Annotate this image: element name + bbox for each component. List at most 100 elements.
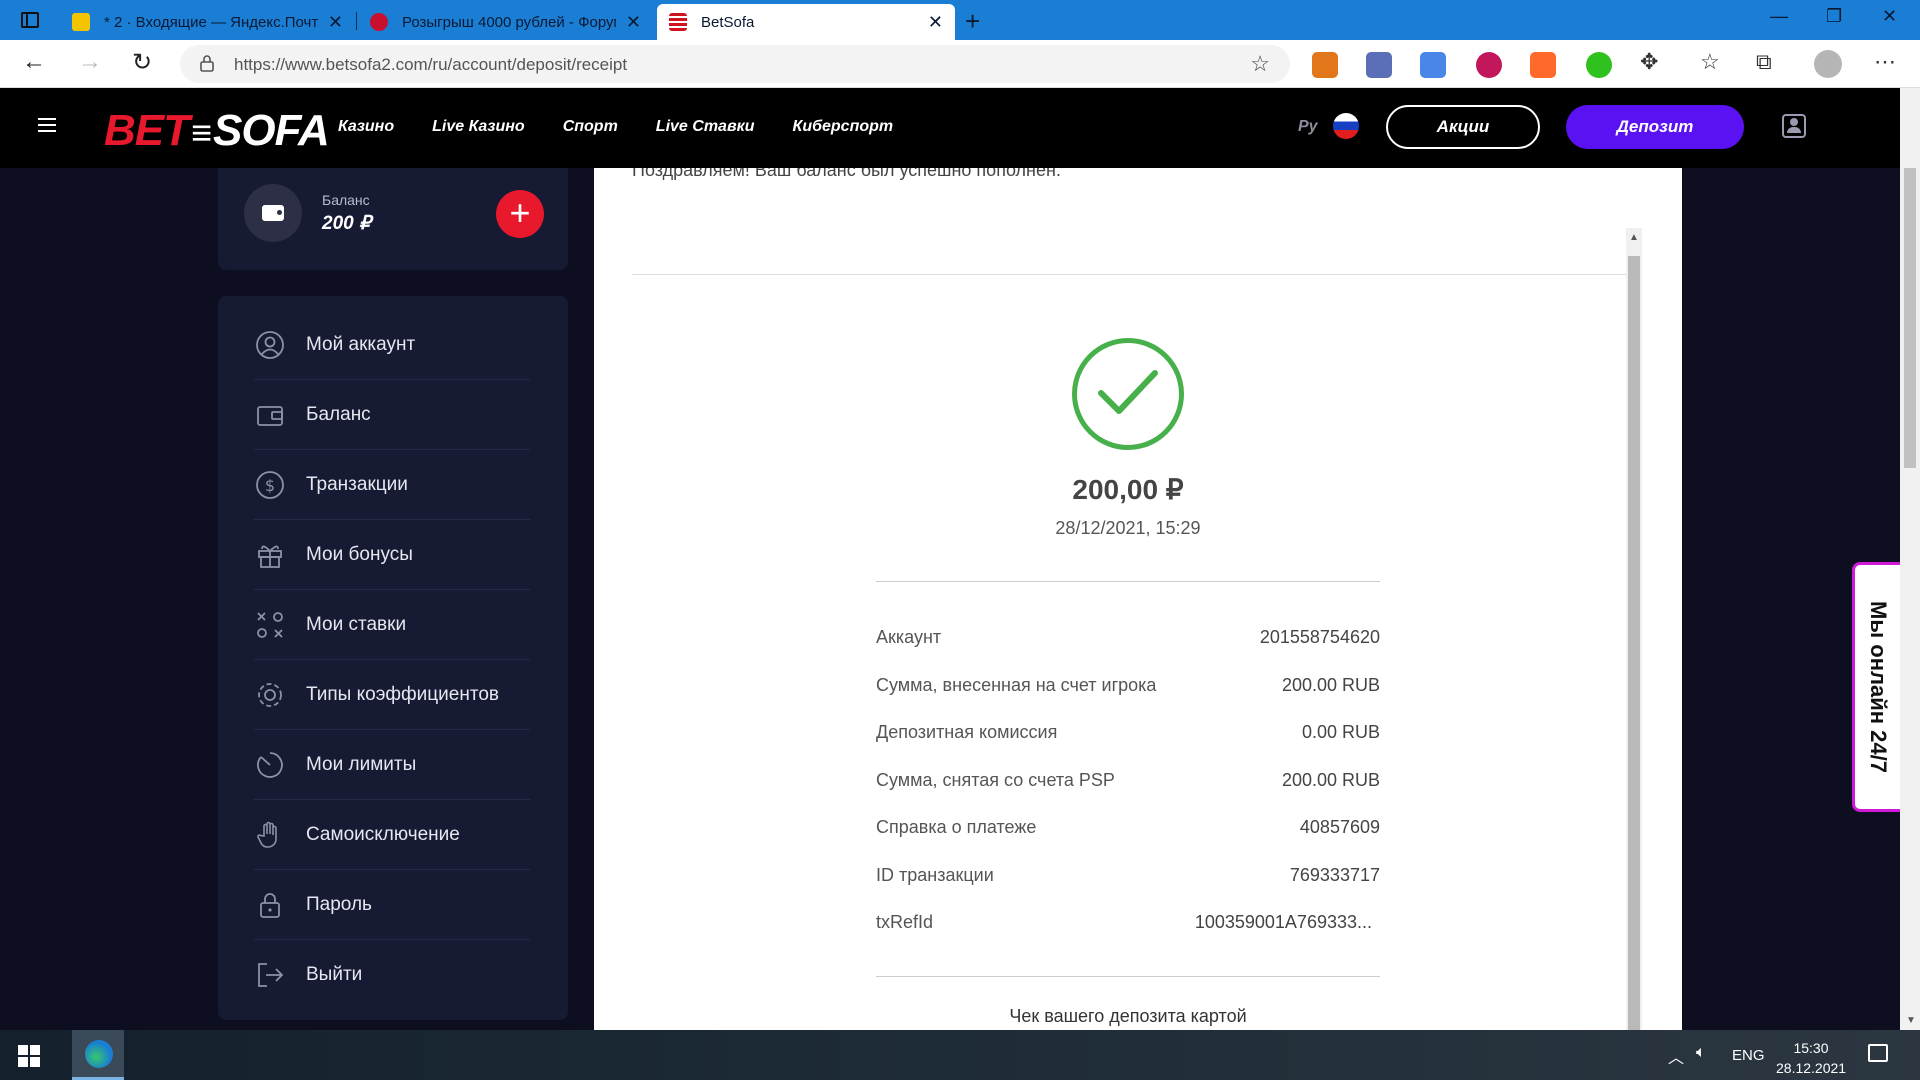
profile-avatar[interactable] — [1814, 50, 1842, 78]
clock[interactable]: 15:30 28.12.2021 — [1776, 1038, 1846, 1078]
scrollbar-thumb[interactable] — [1628, 256, 1640, 1030]
extension-icon[interactable] — [1530, 52, 1556, 78]
favorites-icon[interactable]: ☆ — [1700, 49, 1720, 75]
nav-live-casino[interactable]: Live Казино — [432, 118, 525, 136]
back-arrow-icon[interactable]: ← — [22, 48, 46, 76]
divider — [876, 976, 1380, 977]
new-tab-plus-icon[interactable]: + — [965, 6, 980, 37]
tray-chevron-up-icon[interactable]: ︿ — [1668, 1044, 1684, 1068]
online-chat-tab[interactable]: Мы онлайн 24/7 — [1852, 562, 1900, 812]
browser-toolbar: ← → ↻ https://www.betsofa2.com/ru/accoun… — [0, 40, 1920, 88]
close-tab-icon[interactable]: ✕ — [928, 12, 943, 33]
sidebar-item-balance[interactable]: Баланс — [254, 380, 530, 450]
sidebar-item-label: Самоисключение — [306, 823, 460, 845]
nav-esports[interactable]: Киберспорт — [792, 118, 893, 136]
collections-icon[interactable]: ⧉ — [1756, 49, 1772, 75]
detail-row-psp-amount: Сумма, снятая со счета PSP 200.00 RUB — [876, 757, 1380, 805]
logout-icon — [254, 959, 286, 991]
hamburger-menu-icon[interactable] — [38, 118, 56, 132]
clock-time: 15:30 — [1793, 1040, 1829, 1056]
add-favorite-star-icon[interactable]: ☆ — [1250, 51, 1270, 77]
restore-window-icon[interactable]: ❐ — [1826, 6, 1842, 27]
tab-separator — [356, 12, 357, 30]
forward-arrow-icon[interactable]: → — [78, 48, 102, 76]
balance-card: Баланс 200 ₽ + — [218, 168, 568, 270]
lock-icon[interactable] — [200, 54, 214, 72]
sidebar-item-bonuses[interactable]: Мои бонусы — [254, 520, 530, 590]
account-user-icon[interactable] — [1782, 114, 1806, 138]
detail-value: 200.00 RUB — [1281, 674, 1380, 695]
windows-start-icon[interactable] — [18, 1045, 40, 1067]
minimize-window-icon[interactable]: — — [1770, 6, 1788, 27]
tab-label: Розыгрыш 4000 рублей - Форум — [402, 13, 616, 31]
detail-label: Депозитная комиссия — [876, 722, 1058, 743]
detail-label: txRefId — [876, 912, 934, 933]
sidebar-item-limits[interactable]: Мои лимиты — [254, 730, 530, 800]
address-bar[interactable]: https://www.betsofa2.com/ru/account/depo… — [180, 45, 1290, 83]
tab-betsofa-active[interactable]: BetSofa ✕ — [657, 4, 955, 40]
russia-flag-icon[interactable] — [1333, 113, 1359, 139]
language-selector[interactable]: Ру — [1298, 118, 1318, 136]
betsofa-logo[interactable]: BET≡SOFA — [104, 106, 330, 156]
nav-live-bets[interactable]: Live Ставки — [656, 118, 755, 136]
url-text[interactable]: https://www.betsofa2.com/ru/account/depo… — [234, 55, 627, 75]
close-tab-icon[interactable]: ✕ — [626, 12, 641, 33]
edge-icon — [85, 1040, 113, 1068]
more-menu-icon[interactable]: ⋯ — [1874, 49, 1896, 75]
add-funds-button[interactable]: + — [496, 190, 544, 238]
input-language[interactable]: ENG — [1732, 1047, 1765, 1064]
translate-extension-icon[interactable] — [1420, 52, 1446, 78]
deposit-receipt-panel: Поздравляем! Ваш баланс был успешно попо… — [594, 168, 1682, 1030]
sidebar-item-password[interactable]: Пароль — [254, 870, 530, 940]
sidebar-item-my-account[interactable]: Мой аккаунт — [254, 310, 530, 380]
receipt-scrollbar[interactable]: ▲ — [1626, 228, 1642, 1030]
nav-casino[interactable]: Казино — [338, 118, 394, 136]
page-content: Баланс 200 ₽ + Мой аккаунт Баланс $ Тран… — [0, 168, 1900, 1030]
speaker-icon[interactable]: 🔈︎ — [1696, 1044, 1706, 1062]
svg-text:$: $ — [265, 476, 275, 495]
user-icon — [254, 329, 286, 361]
windows-taskbar: ︿ 🔈︎ ENG 15:30 28.12.2021 — [0, 1030, 1920, 1080]
tab-label: * 2 · Входящие — Яндекс.Почта — [104, 13, 318, 31]
yandex-mail-favicon-icon — [72, 13, 90, 31]
detail-value: 201558754620 — [1259, 627, 1380, 648]
sidebar-item-odds-types[interactable]: Типы коэффициентов — [254, 660, 530, 730]
metamask-extension-icon[interactable] — [1312, 52, 1338, 78]
nav-sport[interactable]: Спорт — [563, 118, 618, 136]
extensions-puzzle-icon[interactable]: ✥ — [1640, 49, 1658, 75]
extension-icon[interactable] — [1476, 52, 1502, 78]
sidebar-item-label: Пароль — [306, 893, 372, 915]
page-scrollbar[interactable]: ▼ — [1900, 88, 1920, 1030]
promotions-button[interactable]: Акции — [1386, 105, 1540, 149]
divider — [632, 274, 1632, 275]
divider — [876, 581, 1380, 582]
sidebar-item-label: Выйти — [306, 964, 363, 985]
detail-value: 100359001A769333... — [1194, 912, 1372, 933]
detail-value: 200.00 RUB — [1281, 769, 1380, 790]
scroll-up-arrow-icon[interactable]: ▲ — [1629, 232, 1639, 243]
dollar-icon: $ — [254, 469, 286, 501]
success-check-icon — [1072, 338, 1184, 450]
browser-tab-bar: * 2 · Входящие — Яндекс.Почта ✕ Розыгрыш… — [0, 0, 1920, 40]
sidebar-item-transactions[interactable]: $ Транзакции — [254, 450, 530, 520]
notifications-icon[interactable] — [1868, 1044, 1888, 1062]
tab-forum[interactable]: Розыгрыш 4000 рублей - Форум ✕ — [358, 4, 653, 40]
sidebar-item-my-bets[interactable]: Мои ставки — [254, 590, 530, 660]
close-window-icon[interactable]: ✕ — [1882, 6, 1897, 27]
deposit-datetime: 28/12/2021, 15:29 — [1055, 518, 1201, 538]
sidebar-item-logout[interactable]: Выйти — [254, 940, 530, 1010]
detail-label: Аккаунт — [876, 627, 942, 648]
sidebar-item-self-exclusion[interactable]: Самоисключение — [254, 800, 530, 870]
reload-icon[interactable]: ↻ — [132, 48, 152, 77]
forum-favicon-icon — [370, 13, 388, 31]
scroll-down-arrow-icon[interactable]: ▼ — [1906, 1015, 1916, 1026]
extension-icon[interactable] — [1366, 52, 1392, 78]
tab-actions-menu-icon[interactable] — [12, 8, 48, 32]
edge-taskbar-button[interactable] — [72, 1030, 124, 1080]
close-tab-icon[interactable]: ✕ — [328, 12, 343, 33]
tab-yandex-mail[interactable]: * 2 · Входящие — Яндекс.Почта ✕ — [60, 4, 355, 40]
deposit-button[interactable]: Депозит — [1566, 105, 1744, 149]
timer-icon — [254, 749, 286, 781]
scrollbar-thumb[interactable] — [1904, 168, 1916, 468]
extension-icon[interactable] — [1586, 52, 1612, 78]
